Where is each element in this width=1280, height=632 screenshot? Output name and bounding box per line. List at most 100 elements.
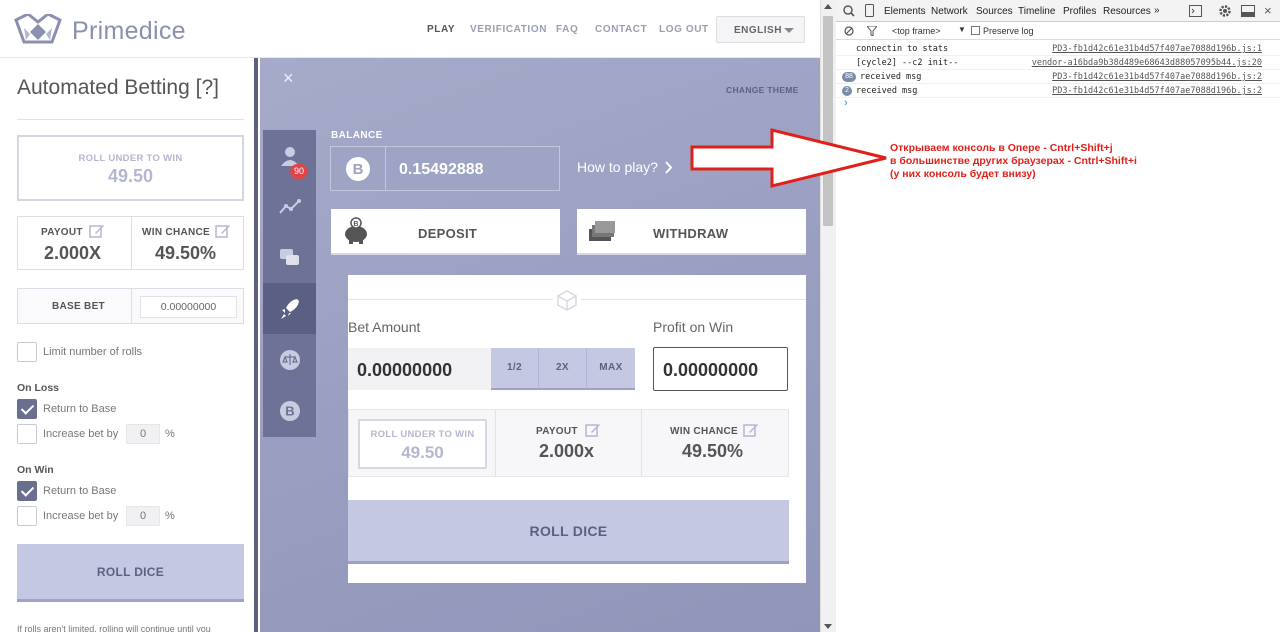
bitcoin-icon: B [331, 147, 386, 190]
devtools-tab-sources[interactable]: Sources [976, 6, 1013, 17]
devtools-tab-profiles[interactable]: Profiles [1063, 6, 1096, 17]
deposit-button[interactable]: B DEPOSIT [331, 209, 560, 255]
nav-play[interactable]: PLAY [427, 24, 455, 35]
edit-icon[interactable] [743, 422, 759, 438]
double-bet-button[interactable]: 2X [539, 348, 587, 390]
roll-under-value: 49.50 [401, 443, 444, 462]
scroll-down-icon[interactable] [824, 624, 832, 629]
divider [836, 83, 1280, 84]
console-drawer-icon[interactable] [1189, 5, 1202, 17]
console-prompt[interactable]: › [844, 97, 848, 109]
crown-logo-icon [14, 14, 62, 44]
on-win-increase-checkbox[interactable] [17, 506, 37, 526]
rocket-icon [280, 298, 299, 319]
on-loss-increase-checkbox[interactable] [17, 424, 37, 444]
roll-under-label: ROLL UNDER TO WIN [78, 153, 183, 164]
payout-label: PAYOUT [536, 426, 578, 437]
roll-under-box[interactable]: ROLL UNDER TO WIN 49.50 [17, 135, 244, 201]
auto-roll-dice-button[interactable]: ROLL DICE [17, 544, 244, 602]
preserve-log-checkbox[interactable] [971, 26, 980, 35]
brand-name[interactable]: Primedice [72, 17, 186, 46]
frame-select[interactable]: <top frame> [892, 26, 941, 36]
scroll-up-icon[interactable] [824, 4, 832, 9]
page-scrollbar-thumb[interactable] [823, 16, 833, 226]
console-log-message: connectin to stats [856, 44, 949, 54]
nav-log-out[interactable]: LOG OUT [659, 24, 709, 35]
gear-icon[interactable] [1218, 4, 1232, 18]
devtools-tab-resources[interactable]: Resources [1103, 6, 1151, 17]
change-theme-link[interactable]: CHANGE THEME [726, 85, 799, 95]
nav-contact[interactable]: CONTACT [595, 24, 647, 35]
roll-under-box[interactable]: ROLL UNDER TO WIN 49.50 [358, 419, 487, 469]
tab-stats[interactable] [263, 181, 316, 232]
devtools-panel: Elements Network Sources Timeline Profil… [690, 0, 1280, 632]
panel-title[interactable]: Automated Betting [?] [17, 76, 219, 100]
divider [836, 55, 1280, 56]
devtools-tab-network[interactable]: Network [931, 6, 968, 17]
nav-verification[interactable]: VERIFICATION [470, 24, 547, 35]
svg-text:B: B [353, 161, 364, 178]
dock-side-icon[interactable] [1241, 5, 1255, 17]
device-mode-icon[interactable] [865, 4, 874, 17]
annotation-line-3: (у них консоль будет внизу) [890, 168, 1036, 180]
console-log-source[interactable]: vendor-a16bda9b38d489e68643d88057095b44.… [1032, 58, 1262, 68]
left-panel-scrollbar[interactable] [254, 58, 258, 632]
percent-sign: % [165, 510, 175, 522]
tab-fairness[interactable] [263, 334, 316, 385]
devtools-tab-timeline[interactable]: Timeline [1018, 6, 1055, 17]
profit-on-win-label: Profit on Win [653, 319, 734, 335]
nav-faq[interactable]: FAQ [556, 24, 578, 35]
chevron-down-icon [784, 28, 794, 33]
tab-automated-betting[interactable] [263, 283, 316, 334]
divider [495, 410, 496, 476]
bet-amount-input[interactable]: 0.00000000 [348, 348, 491, 390]
console-log-source[interactable]: PD3-fb1d42c61e31b4d57f407ae7088d196b.js:… [1052, 72, 1262, 82]
dice-icon [553, 287, 581, 313]
profit-on-win-input[interactable]: 0.00000000 [653, 347, 788, 391]
chat-icon [279, 248, 299, 265]
divider [17, 119, 244, 120]
base-bet-input[interactable]: 0.00000000 [140, 296, 237, 318]
bet-amount-label: Bet Amount [348, 319, 421, 335]
on-win-increase-input[interactable]: 0 [126, 506, 160, 526]
roll-under-value: 49.50 [107, 166, 154, 186]
edit-icon[interactable] [215, 223, 231, 239]
withdraw-button[interactable]: WITHDRAW [577, 209, 806, 255]
close-icon[interactable]: × [1264, 3, 1272, 18]
half-bet-button[interactable]: 1/2 [491, 348, 539, 390]
edit-icon[interactable] [89, 223, 105, 239]
payout-winchance-box: PAYOUT 2.000X WIN CHANCE 49.50% [17, 216, 244, 270]
annotation-line-2: в большинстве других браузерах - Cntrl+S… [890, 155, 1137, 167]
game-stats-box: ROLL UNDER TO WIN 49.50 PAYOUT 2.000x WI… [348, 409, 789, 477]
piggy-bank-icon: B [345, 217, 367, 244]
console-log-message: received msg [856, 86, 918, 96]
edit-icon[interactable] [585, 422, 601, 438]
log-repeat-count: 2 [842, 86, 852, 96]
more-tabs-icon[interactable]: » [1154, 5, 1160, 16]
on-loss-increase-input[interactable]: 0 [126, 424, 160, 444]
roll-dice-button[interactable]: ROLL DICE [348, 500, 789, 564]
divider [641, 410, 642, 476]
devtools-tab-elements[interactable]: Elements [884, 6, 926, 17]
on-win-return-checkbox[interactable] [17, 481, 37, 501]
chevron-down-icon: ▼ [958, 25, 966, 34]
console-log-source[interactable]: PD3-fb1d42c61e31b4d57f407ae7088d196b.js:… [1052, 86, 1262, 96]
tab-bitcoin[interactable]: B [263, 385, 316, 436]
inspect-icon[interactable] [843, 5, 855, 17]
chevron-right-icon [665, 161, 673, 174]
console-log-source[interactable]: PD3-fb1d42c61e31b4d57f407ae7088d196b.js:… [1052, 44, 1262, 54]
close-icon[interactable]: × [283, 68, 294, 89]
on-win-heading: On Win [17, 464, 54, 476]
clear-console-icon[interactable] [844, 26, 854, 36]
max-bet-button[interactable]: MAX [587, 348, 635, 390]
filter-icon[interactable] [867, 26, 877, 36]
balance-label: BALANCE [331, 130, 383, 141]
language-select[interactable]: ENGLISH [716, 16, 805, 43]
tab-chat[interactable] [263, 232, 316, 283]
how-to-play-link[interactable]: How to play? [577, 159, 673, 175]
money-stack-icon [589, 221, 615, 241]
preserve-log-label: Preserve log [983, 26, 1034, 36]
on-loss-return-checkbox[interactable] [17, 399, 37, 419]
language-label: ENGLISH [734, 25, 782, 36]
limit-rolls-checkbox[interactable] [17, 342, 37, 362]
